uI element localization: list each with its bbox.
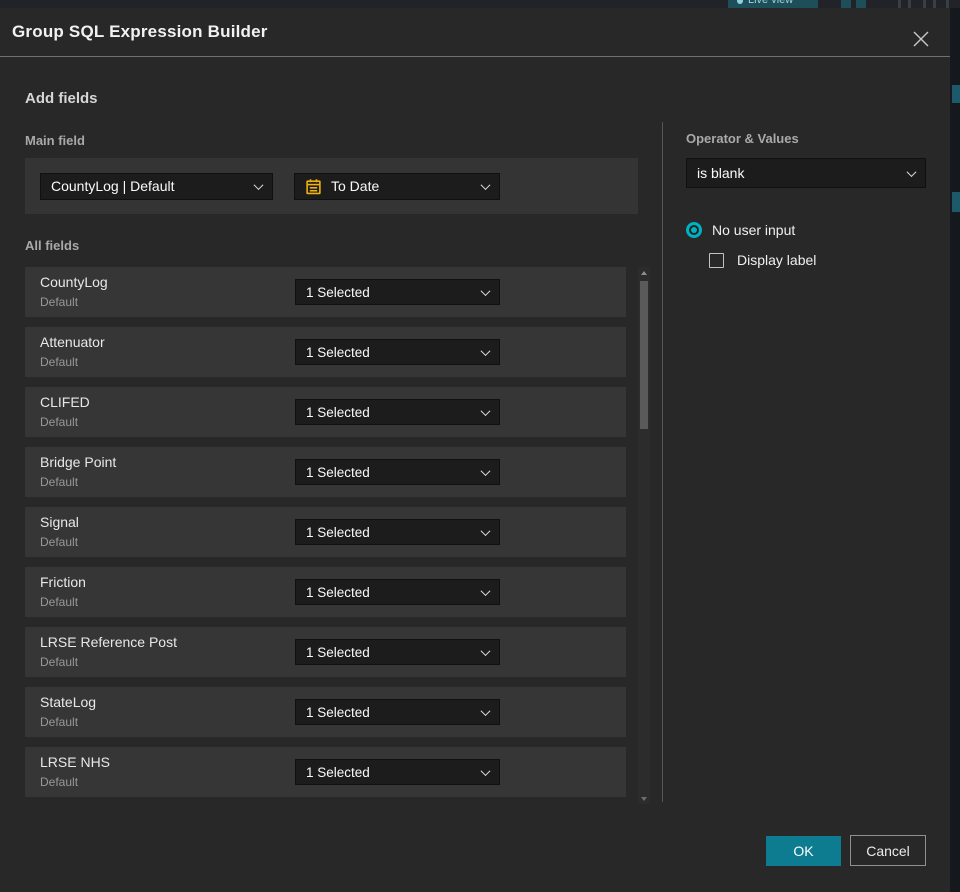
all-fields-label: All fields	[25, 238, 80, 253]
main-field-label: Main field	[25, 133, 85, 148]
field-values-dropdown[interactable]: 1 Selected	[295, 699, 500, 725]
date-type-dropdown-value: To Date	[331, 178, 380, 194]
dialog-title: Group SQL Expression Builder	[12, 22, 268, 41]
toolbar-icon-fragment	[841, 0, 851, 8]
field-selection-value: 1 Selected	[306, 344, 370, 360]
scroll-up-icon[interactable]	[641, 271, 647, 275]
scroll-down-icon[interactable]	[641, 797, 647, 801]
main-field-dropdown-value: CountyLog | Default	[51, 178, 175, 194]
field-values-dropdown[interactable]: 1 Selected	[295, 519, 500, 545]
field-row: LRSE NHS Default 1 Selected	[25, 747, 626, 797]
field-row: CLIFED Default 1 Selected	[25, 387, 626, 437]
close-button[interactable]	[901, 19, 941, 59]
radio-selected-icon	[686, 222, 702, 238]
chevron-down-icon	[480, 179, 491, 190]
field-row: CountyLog Default 1 Selected	[25, 267, 626, 317]
all-fields-list: CountyLog Default 1 Selected Attenuator …	[25, 267, 626, 797]
operator-values-label: Operator & Values	[686, 131, 799, 146]
field-selection-value: 1 Selected	[306, 584, 370, 600]
calendar-icon	[306, 178, 321, 194]
chevron-down-icon	[906, 166, 917, 177]
toolbar-icon-fragment	[898, 0, 901, 8]
chevron-down-icon	[480, 345, 491, 356]
toolbar-icon-fragment	[946, 0, 949, 8]
chevron-down-icon	[480, 705, 491, 716]
main-field-dropdown[interactable]: CountyLog | Default	[40, 172, 273, 200]
background-fragment	[952, 85, 960, 103]
toolbar-icon-fragment	[923, 0, 926, 8]
add-fields-heading: Add fields	[25, 90, 98, 107]
live-view-dot-icon	[737, 0, 743, 4]
field-values-dropdown[interactable]: 1 Selected	[295, 459, 500, 485]
toolbar-icon-fragment	[856, 0, 866, 8]
background-fragment	[952, 192, 960, 212]
chevron-down-icon	[480, 765, 491, 776]
chevron-down-icon	[480, 285, 491, 296]
close-icon	[913, 31, 929, 47]
field-row: Signal Default 1 Selected	[25, 507, 626, 557]
operator-dropdown[interactable]: is blank	[686, 158, 926, 188]
field-values-dropdown[interactable]: 1 Selected	[295, 759, 500, 785]
background-app-right-edge	[950, 8, 960, 892]
cancel-button[interactable]: Cancel	[850, 835, 926, 866]
chevron-down-icon	[480, 585, 491, 596]
field-values-dropdown[interactable]: 1 Selected	[295, 339, 500, 365]
date-type-dropdown[interactable]: To Date	[294, 172, 500, 200]
field-selection-value: 1 Selected	[306, 524, 370, 540]
field-row: Friction Default 1 Selected	[25, 567, 626, 617]
live-view-button[interactable]: Live view	[728, 0, 818, 8]
no-user-input-label: No user input	[712, 222, 796, 238]
field-selection-value: 1 Selected	[306, 644, 370, 660]
field-row: Bridge Point Default 1 Selected	[25, 447, 626, 497]
field-selection-value: 1 Selected	[306, 764, 370, 780]
fields-list-scrollbar[interactable]	[638, 267, 650, 804]
display-label-text: Display label	[737, 252, 817, 268]
background-app-toolbar: Live view	[0, 0, 960, 8]
no-user-input-radio[interactable]: No user input	[686, 222, 795, 238]
field-values-dropdown[interactable]: 1 Selected	[295, 579, 500, 605]
live-view-label: Live view	[748, 0, 794, 6]
chevron-down-icon	[480, 645, 491, 656]
operator-dropdown-value: is blank	[697, 165, 745, 181]
chevron-down-icon	[480, 525, 491, 536]
field-selection-value: 1 Selected	[306, 464, 370, 480]
display-label-checkbox[interactable]: Display label	[709, 252, 816, 268]
chevron-down-icon	[480, 405, 491, 416]
checkbox-unchecked-icon	[709, 252, 724, 268]
field-selection-value: 1 Selected	[306, 284, 370, 300]
field-row: Attenuator Default 1 Selected	[25, 327, 626, 377]
main-field-panel: CountyLog | Default To Date	[25, 158, 638, 214]
group-sql-expression-builder-dialog: Group SQL Expression Builder Add fields …	[0, 8, 950, 892]
field-row: StateLog Default 1 Selected	[25, 687, 626, 737]
field-row: LRSE Reference Post Default 1 Selected	[25, 627, 626, 677]
field-selection-value: 1 Selected	[306, 404, 370, 420]
dialog-header: Group SQL Expression Builder	[0, 8, 950, 57]
scrollbar-thumb[interactable]	[640, 281, 648, 429]
chevron-down-icon	[253, 179, 264, 190]
field-values-dropdown[interactable]: 1 Selected	[295, 399, 500, 425]
toolbar-icon-fragment	[908, 0, 911, 8]
field-values-dropdown[interactable]: 1 Selected	[295, 279, 500, 305]
field-values-dropdown[interactable]: 1 Selected	[295, 639, 500, 665]
chevron-down-icon	[480, 465, 491, 476]
toolbar-icon-fragment	[933, 0, 936, 8]
column-divider	[662, 122, 663, 802]
field-selection-value: 1 Selected	[306, 704, 370, 720]
ok-button[interactable]: OK	[766, 836, 841, 866]
